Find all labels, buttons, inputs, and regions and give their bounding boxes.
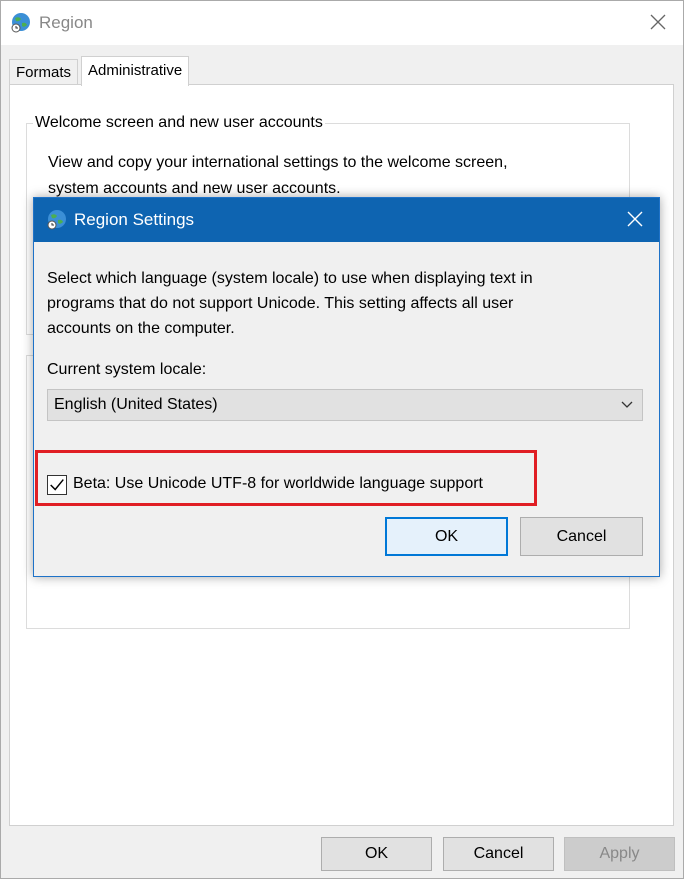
title-bar: Region	[1, 1, 683, 45]
close-icon[interactable]	[647, 11, 669, 33]
close-icon[interactable]	[625, 209, 645, 229]
dialog-title-bar: Region Settings	[34, 198, 659, 242]
cancel-button[interactable]: Cancel	[443, 837, 554, 871]
tab-formats[interactable]: Formats	[9, 59, 79, 85]
locale-label: Current system locale:	[47, 361, 207, 378]
locale-value: English (United States)	[54, 396, 218, 413]
window-title: Region	[39, 13, 93, 32]
group-legend: Welcome screen and new user accounts	[33, 114, 325, 132]
utf8-checkbox-label[interactable]: Beta: Use Unicode UTF-8 for worldwide la…	[73, 475, 483, 493]
chevron-down-icon	[621, 401, 633, 408]
globe-clock-icon	[47, 210, 66, 230]
region-settings-dialog: Region Settings Select which language (s…	[33, 197, 660, 577]
dialog-description: Select which language (system locale) to…	[47, 270, 533, 337]
dialog-ok-button[interactable]: OK	[385, 517, 508, 556]
utf8-checkbox[interactable]	[47, 475, 67, 495]
ok-button[interactable]: OK	[321, 837, 432, 871]
dialog-cancel-button[interactable]: Cancel	[520, 517, 643, 556]
dialog-title: Region Settings	[74, 210, 195, 229]
system-locale-dropdown[interactable]: English (United States)	[47, 389, 643, 421]
tab-administrative[interactable]: Administrative	[81, 56, 190, 86]
checkmark-icon	[50, 479, 64, 491]
group-description: View and copy your international setting…	[48, 154, 508, 197]
apply-button[interactable]: Apply	[564, 837, 675, 871]
globe-clock-icon	[11, 13, 30, 33]
